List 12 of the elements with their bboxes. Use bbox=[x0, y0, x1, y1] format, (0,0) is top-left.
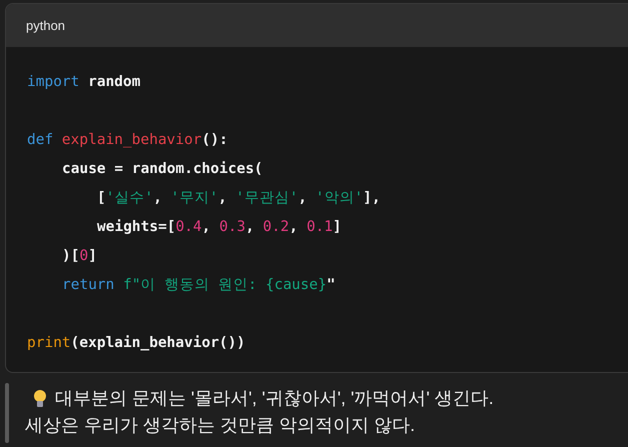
code-line: import random bbox=[27, 74, 140, 90]
code-line: cause = random.choices( bbox=[62, 161, 263, 177]
quote-text: 대부분의 문제는 '몰라서', '귀찮아서', '까먹어서' 생긴다. bbox=[55, 387, 494, 410]
code-line: def explain_behavior(): bbox=[27, 132, 228, 148]
language-label: python bbox=[26, 16, 66, 35]
code-line: return f"이 행동의 원인: {cause}" bbox=[62, 277, 336, 293]
code-line: ['실수', '무지', '무관심', '악의'], bbox=[97, 190, 380, 206]
code-line: )[0] bbox=[62, 248, 97, 264]
code-line: weights=[0.4, 0.3, 0.2, 0.1] bbox=[97, 219, 342, 235]
code-line: print(explain_behavior()) bbox=[27, 335, 246, 351]
lightbulb-icon bbox=[33, 388, 47, 408]
quote-text: 세상은 우리가 생각하는 것만큼 악의적이지 않다. bbox=[25, 415, 416, 435]
